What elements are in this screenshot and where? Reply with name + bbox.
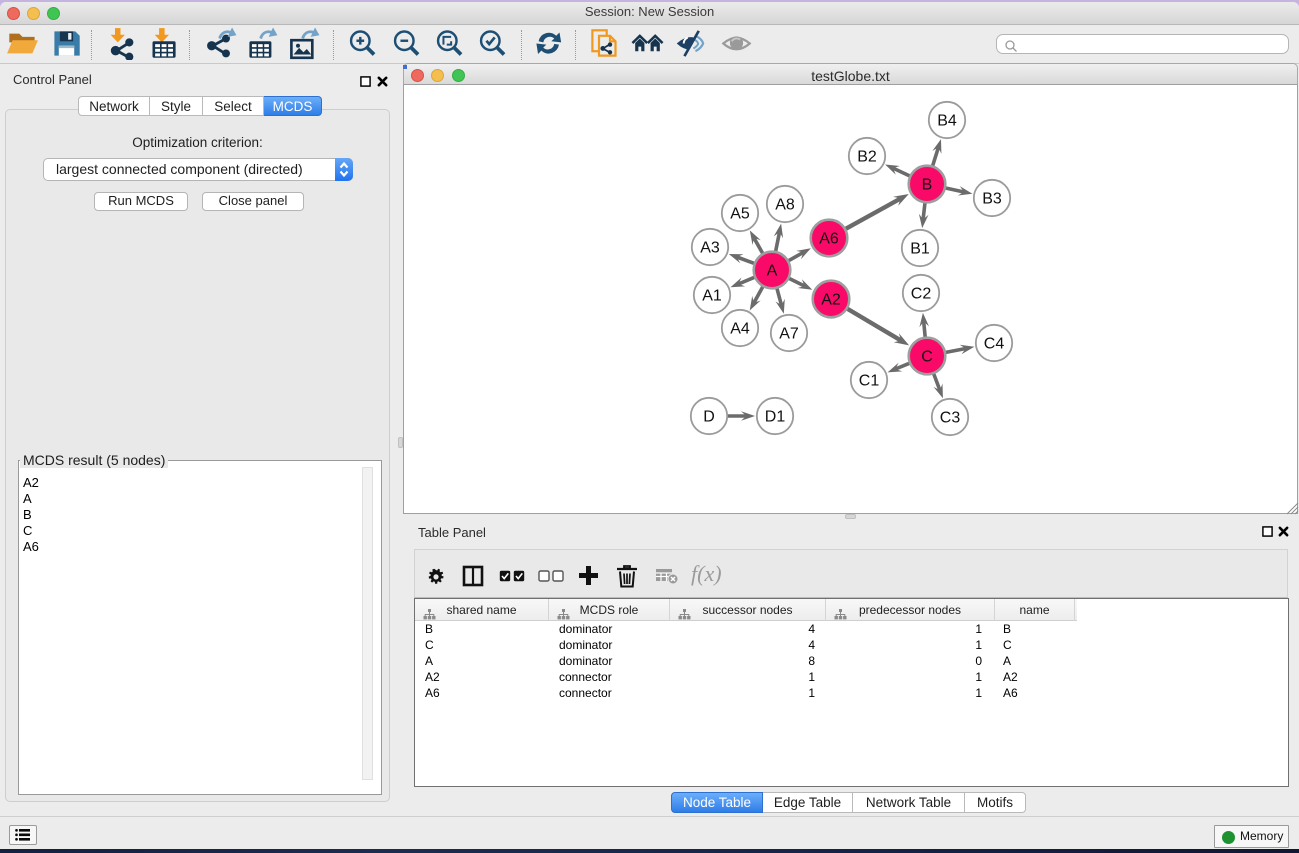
svg-text:D1: D1 (765, 409, 786, 426)
svg-text:B3: B3 (982, 191, 1002, 208)
svg-text:A2: A2 (821, 292, 841, 309)
svg-text:C3: C3 (940, 410, 961, 427)
svg-text:C1: C1 (859, 373, 880, 390)
svg-text:B1: B1 (910, 241, 930, 258)
svg-text:A4: A4 (730, 321, 750, 338)
svg-text:A7: A7 (779, 326, 799, 343)
svg-text:C: C (921, 349, 933, 366)
svg-text:B2: B2 (857, 149, 877, 166)
svg-text:B4: B4 (937, 113, 957, 130)
svg-text:A6: A6 (819, 231, 839, 248)
svg-text:A1: A1 (702, 288, 722, 305)
svg-text:C2: C2 (911, 286, 932, 303)
svg-text:B: B (922, 177, 933, 194)
svg-text:A5: A5 (730, 206, 750, 223)
svg-text:D: D (703, 409, 715, 426)
svg-text:A8: A8 (775, 197, 795, 214)
svg-text:A3: A3 (700, 240, 720, 257)
svg-text:C4: C4 (984, 336, 1005, 353)
svg-text:A: A (767, 263, 778, 280)
